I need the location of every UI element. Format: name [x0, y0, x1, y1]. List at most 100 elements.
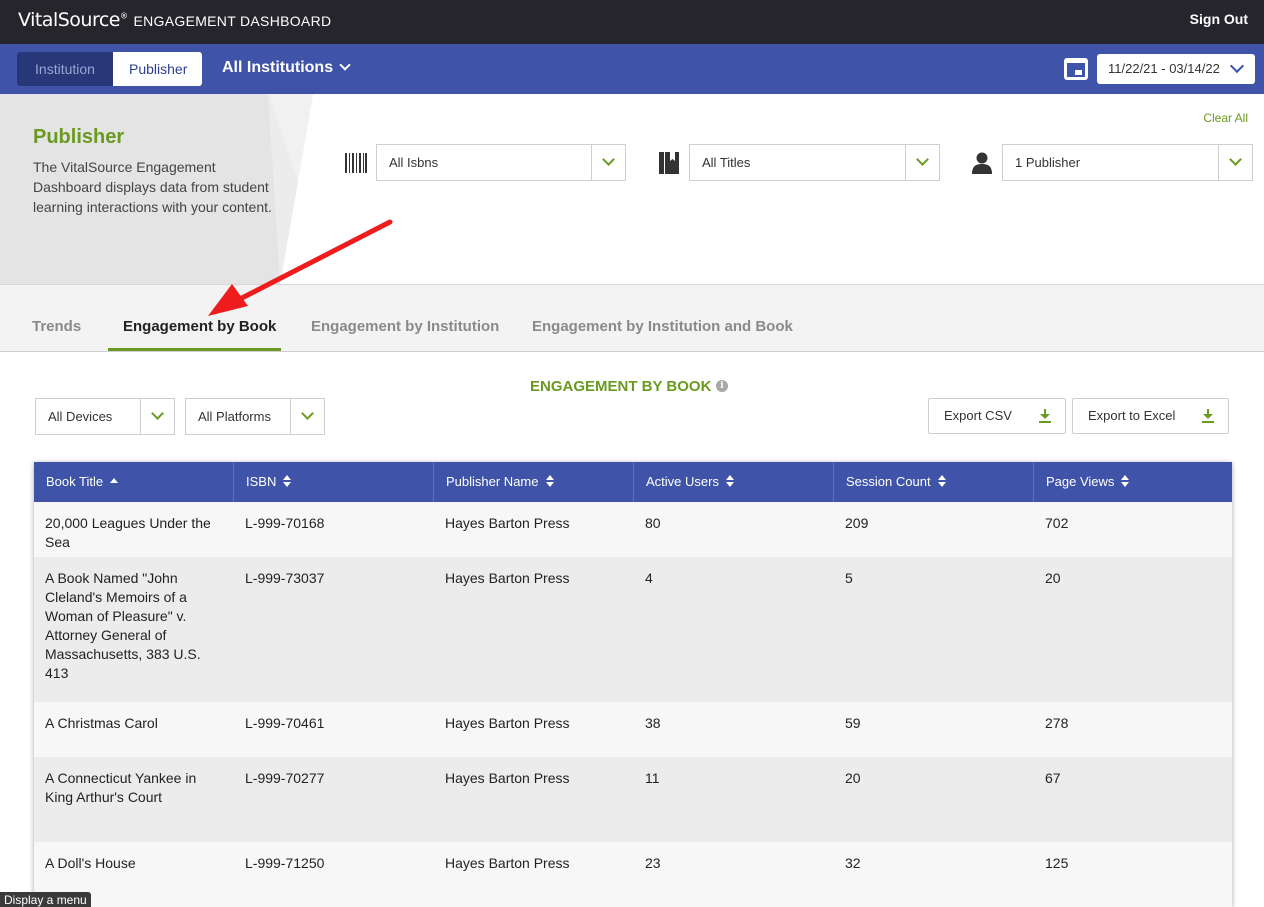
engagement-table: Book Title ISBN Publisher Name Active Us… [34, 462, 1232, 907]
publisher-filter-dropdown[interactable]: 1 Publisher [1002, 144, 1253, 181]
column-header-publisher-name[interactable]: Publisher Name [434, 462, 634, 502]
chevron-down-icon [1229, 58, 1245, 74]
calendar-icon[interactable] [1064, 58, 1088, 80]
cell-session-count: 5 [845, 570, 853, 586]
tooltip: Display a menu [0, 892, 91, 907]
info-icon[interactable]: i [716, 380, 728, 392]
institution-toggle-button[interactable]: Institution [17, 52, 113, 86]
cell-book-title: A Christmas Carol [45, 715, 158, 731]
cell-active-users: 23 [645, 855, 661, 871]
column-header-label: Page Views [1046, 474, 1115, 489]
tab-engagement-by-institution-and-book[interactable]: Engagement by Institution and Book [532, 318, 793, 335]
tab-trends[interactable]: Trends [32, 318, 81, 335]
column-header-label: ISBN [246, 474, 277, 489]
cell-publisher-name: Hayes Barton Press [445, 515, 570, 531]
section-title: ENGAGEMENT BY BOOK [530, 378, 712, 395]
export-excel-label: Export to Excel [1088, 408, 1176, 423]
cell-active-users: 38 [645, 715, 661, 731]
cell-publisher-name: Hayes Barton Press [445, 855, 570, 871]
table-header: Book Title ISBN Publisher Name Active Us… [34, 462, 1232, 502]
sort-icon [937, 475, 946, 488]
cell-publisher-name: Hayes Barton Press [445, 770, 570, 786]
download-icon [1202, 409, 1214, 423]
cell-isbn: L-999-70277 [245, 770, 325, 786]
table-row: A Book Named "John Cleland's Memoirs of … [34, 557, 1232, 702]
cell-isbn: L-999-73037 [245, 570, 325, 586]
sort-ascending-icon [110, 476, 119, 488]
sort-icon [283, 475, 292, 488]
chevron-down-icon[interactable] [1218, 145, 1252, 180]
page-header: Publisher The VitalSource Engagement Das… [0, 94, 1264, 285]
cell-active-users: 4 [645, 570, 653, 586]
view-toggle: Institution Publisher [17, 52, 202, 86]
cell-isbn: L-999-70461 [245, 715, 325, 731]
institution-select[interactable]: All Institutions [222, 59, 351, 77]
vitalsource-logo: VitalSource® [18, 9, 128, 31]
institution-select-label: All Institutions [222, 59, 334, 76]
cell-book-title: A Connecticut Yankee in King Arthur's Co… [45, 770, 197, 805]
column-header-page-views[interactable]: Page Views [1034, 462, 1232, 502]
isbn-filter-dropdown[interactable]: All Isbns [376, 144, 626, 181]
cell-book-title: 20,000 Leagues Under the Sea [45, 515, 211, 550]
titles-filter-dropdown[interactable]: All Titles [689, 144, 940, 181]
column-header-book-title[interactable]: Book Title [34, 462, 234, 502]
platforms-filter-label: All Platforms [198, 409, 271, 424]
cell-page-views: 702 [1045, 515, 1069, 531]
page-title: Publisher [33, 126, 125, 148]
cell-page-views: 278 [1045, 715, 1069, 731]
chevron-down-icon[interactable] [591, 145, 625, 180]
cell-active-users: 80 [645, 515, 661, 531]
sort-icon [545, 475, 554, 488]
column-header-session-count[interactable]: Session Count [834, 462, 1034, 502]
date-range-label: 11/22/21 - 03/14/22 [1108, 61, 1220, 76]
column-header-isbn[interactable]: ISBN [234, 462, 434, 502]
tab-engagement-by-book[interactable]: Engagement by Book [123, 318, 276, 335]
cell-publisher-name: Hayes Barton Press [445, 715, 570, 731]
cell-isbn: L-999-71250 [245, 855, 325, 871]
cell-book-title: A Book Named "John Cleland's Memoirs of … [45, 570, 201, 681]
book-icon [659, 152, 679, 174]
page-description: The VitalSource Engagement Dashboard dis… [33, 159, 272, 215]
table-row: A Doll's House L-999-71250 Hayes Barton … [34, 842, 1232, 907]
export-excel-button[interactable]: Export to Excel [1072, 398, 1229, 434]
devices-filter-dropdown[interactable]: All Devices [35, 398, 175, 435]
sort-icon [1121, 475, 1130, 488]
cell-page-views: 20 [1045, 570, 1061, 586]
publisher-filter-label: 1 Publisher [1015, 155, 1081, 170]
cell-publisher-name: Hayes Barton Press [445, 570, 570, 586]
isbn-filter-label: All Isbns [389, 155, 439, 170]
cell-active-users: 11 [645, 770, 660, 786]
cell-session-count: 32 [845, 855, 861, 871]
chevron-down-icon [339, 59, 351, 71]
chevron-down-icon[interactable] [905, 145, 939, 180]
column-header-label: Publisher Name [446, 474, 539, 489]
column-header-label: Active Users [646, 474, 719, 489]
column-header-label: Session Count [846, 474, 931, 489]
barcode-icon [345, 153, 367, 173]
sign-out-link[interactable]: Sign Out [1190, 11, 1248, 27]
platforms-filter-dropdown[interactable]: All Platforms [185, 398, 325, 435]
chevron-down-icon[interactable] [140, 399, 174, 434]
tab-bar: Trends Engagement by Book Engagement by … [0, 285, 1264, 352]
person-icon [972, 152, 992, 174]
table-row: A Christmas Carol L-999-70461 Hayes Bart… [34, 702, 1232, 757]
cell-session-count: 209 [845, 515, 869, 531]
export-csv-button[interactable]: Export CSV [928, 398, 1066, 434]
cell-isbn: L-999-70168 [245, 515, 325, 531]
cell-session-count: 20 [845, 770, 861, 786]
date-range-select[interactable]: 11/22/21 - 03/14/22 [1097, 54, 1255, 84]
column-header-active-users[interactable]: Active Users [634, 462, 834, 502]
sort-icon [725, 475, 734, 488]
tab-engagement-by-institution[interactable]: Engagement by Institution [311, 318, 499, 335]
chevron-down-icon[interactable] [290, 399, 324, 434]
titles-filter-label: All Titles [702, 155, 751, 170]
download-icon [1039, 409, 1051, 423]
clear-all-link[interactable]: Clear All [1203, 111, 1248, 125]
cell-page-views: 67 [1045, 770, 1061, 786]
table-row: 20,000 Leagues Under the Sea L-999-70168… [34, 502, 1232, 557]
cell-session-count: 59 [845, 715, 861, 731]
publisher-toggle-button[interactable]: Publisher [113, 52, 202, 86]
devices-filter-label: All Devices [48, 409, 113, 424]
table-row: A Connecticut Yankee in King Arthur's Co… [34, 757, 1232, 842]
cell-book-title: A Doll's House [45, 855, 136, 871]
